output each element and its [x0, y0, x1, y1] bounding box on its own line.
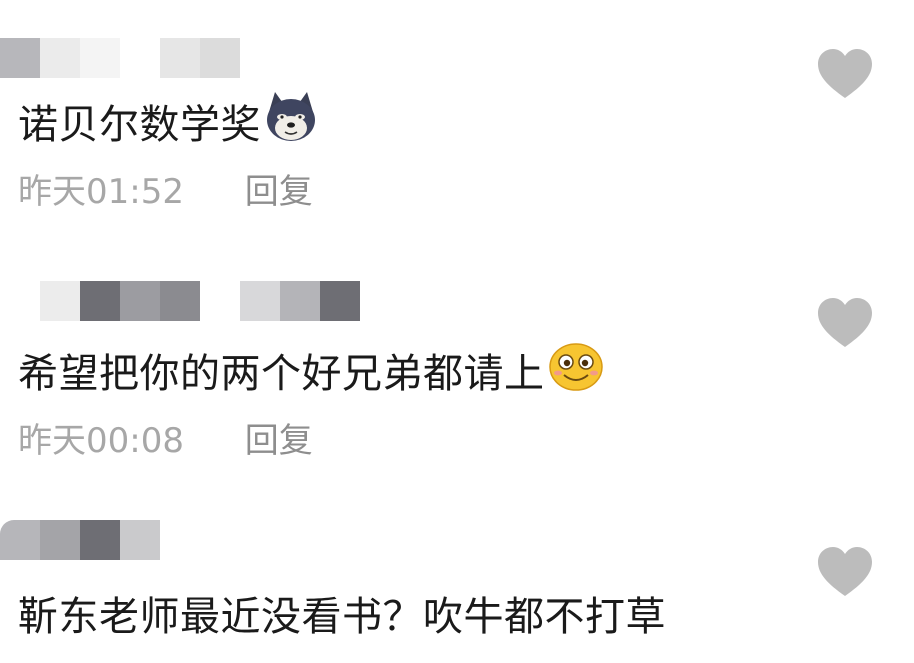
like-button[interactable]: [816, 297, 874, 349]
comment-timestamp: 昨天01:52: [18, 172, 184, 212]
heart-icon: [818, 49, 872, 98]
comment-text: 希望把你的两个好兄弟都请上: [18, 343, 605, 408]
heart-icon: [818, 298, 872, 347]
username-redacted[interactable]: [0, 520, 160, 560]
username-redacted[interactable]: [0, 281, 360, 321]
comment-text-content: 希望把你的两个好兄弟都请上: [18, 351, 545, 397]
comment-meta: 昨天00:08 回复: [18, 421, 313, 461]
comment-meta: 昨天01:52 回复: [18, 172, 313, 212]
username-redacted[interactable]: [0, 38, 300, 78]
smiling-face-emoji-icon: [547, 340, 605, 404]
comment-text-content: 靳东老师最近没看书？吹牛都不打草: [18, 594, 666, 640]
reply-button[interactable]: 回复: [245, 421, 313, 461]
comment-text: 诺贝尔数学奖: [18, 92, 319, 160]
like-button[interactable]: [816, 546, 874, 598]
heart-icon: [818, 547, 872, 596]
reply-button[interactable]: 回复: [245, 172, 313, 212]
like-button[interactable]: [816, 48, 874, 100]
husky-doge-emoji-icon: [263, 90, 319, 156]
comment-timestamp: 昨天00:08: [18, 421, 184, 461]
comment-text-content: 诺贝尔数学奖: [18, 102, 261, 148]
comment-text: 靳东老师最近没看书？吹牛都不打草: [18, 592, 666, 642]
